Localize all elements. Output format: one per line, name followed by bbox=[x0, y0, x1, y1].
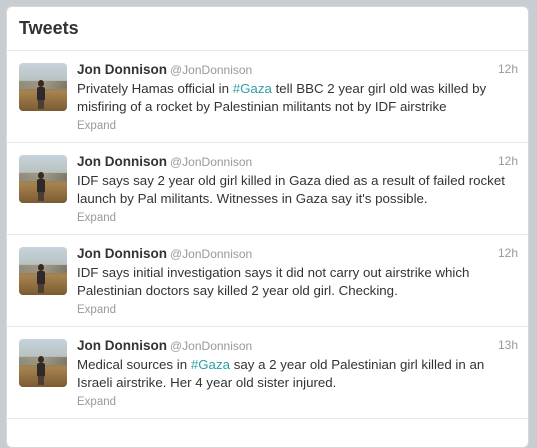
author-username[interactable]: @JonDonnison bbox=[170, 247, 252, 261]
tweet-text: IDF says say 2 year old girl killed in G… bbox=[77, 172, 518, 208]
author-fullname[interactable]: Jon Donnison bbox=[77, 338, 167, 353]
tweet-item[interactable]: Jon Donnison @JonDonnison 12h IDF says in… bbox=[7, 235, 528, 327]
tweets-panel: Tweets Jon Donnison @JonDonnison 12h Priv… bbox=[6, 6, 529, 448]
avatar[interactable] bbox=[19, 63, 67, 111]
tweet-timestamp[interactable]: 12h bbox=[498, 246, 518, 260]
tweet-text: Medical sources in #Gaza say a 2 year ol… bbox=[77, 356, 518, 392]
avatar[interactable] bbox=[19, 247, 67, 295]
tweet-item[interactable]: Jon Donnison @JonDonnison 13h Medical sou… bbox=[7, 327, 528, 419]
tweet-text-part: Medical sources in bbox=[77, 357, 191, 372]
expand-link[interactable]: Expand bbox=[77, 212, 116, 224]
author-username[interactable]: @JonDonnison bbox=[170, 339, 252, 353]
tweet-text-part: IDF says initial investigation says it d… bbox=[77, 265, 470, 298]
author-fullname[interactable]: Jon Donnison bbox=[77, 62, 167, 77]
author-username[interactable]: @JonDonnison bbox=[170, 63, 252, 77]
tweet-text-part: IDF says say 2 year old girl killed in G… bbox=[77, 173, 505, 206]
tweet-timestamp[interactable]: 12h bbox=[498, 154, 518, 168]
tweet-text: Privately Hamas official in #Gaza tell B… bbox=[77, 80, 518, 116]
tweet-item[interactable]: Jon Donnison @JonDonnison 12h Privately H… bbox=[7, 51, 528, 143]
expand-link[interactable]: Expand bbox=[77, 120, 116, 132]
tweet-text-part: Privately Hamas official in bbox=[77, 81, 233, 96]
hashtag-link[interactable]: #Gaza bbox=[233, 81, 272, 96]
author-fullname[interactable]: Jon Donnison bbox=[77, 246, 167, 261]
tweet-timestamp[interactable]: 12h bbox=[498, 62, 518, 76]
avatar[interactable] bbox=[19, 155, 67, 203]
author-username[interactable]: @JonDonnison bbox=[170, 155, 252, 169]
panel-title: Tweets bbox=[19, 18, 79, 38]
author-fullname[interactable]: Jon Donnison bbox=[77, 154, 167, 169]
tweet-text: IDF says initial investigation says it d… bbox=[77, 264, 518, 300]
expand-link[interactable]: Expand bbox=[77, 304, 116, 316]
expand-link[interactable]: Expand bbox=[77, 396, 116, 408]
avatar[interactable] bbox=[19, 339, 67, 387]
hashtag-link[interactable]: #Gaza bbox=[191, 357, 230, 372]
panel-header: Tweets bbox=[7, 7, 528, 51]
tweet-timestamp[interactable]: 13h bbox=[498, 338, 518, 352]
tweet-item[interactable]: Jon Donnison @JonDonnison 12h IDF says sa… bbox=[7, 143, 528, 235]
